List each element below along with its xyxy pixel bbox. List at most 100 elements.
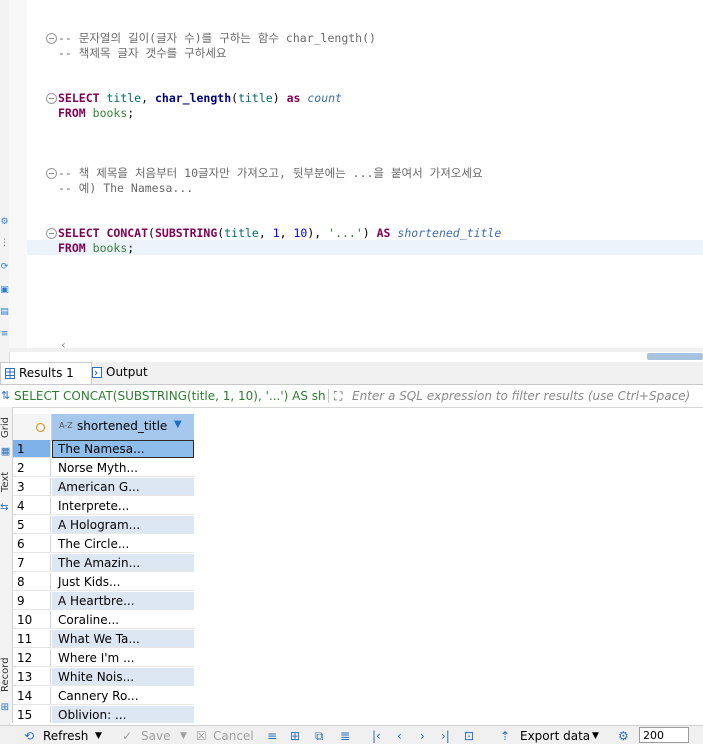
table-row[interactable]: 3 American G... [13, 478, 703, 497]
row-number[interactable]: 8 [13, 573, 51, 591]
row-number[interactable]: 14 [13, 687, 51, 705]
gear-icon[interactable]: ⚙ [0, 217, 9, 227]
save-dropdown-icon[interactable]: ▼ [180, 728, 187, 744]
tab-results-1[interactable]: Results 1 ✕ [0, 362, 92, 401]
more-icon[interactable]: ⋮ [0, 238, 9, 248]
executed-query-text[interactable]: SELECT CONCAT(SUBSTRING(title, 1, 10), '… [14, 385, 326, 407]
table-row[interactable]: 7 The Amazin... [13, 554, 703, 573]
grid-view-icon[interactable]: ▦ [0, 446, 12, 457]
previous-page-icon[interactable]: ‹ [397, 728, 402, 744]
fold-toggle-icon[interactable]: − [46, 93, 57, 104]
gear-icon[interactable]: ⚙ [618, 728, 629, 744]
table-cell[interactable]: Coraline... [52, 611, 194, 629]
refresh-icon[interactable]: ⟲ [24, 728, 34, 744]
tab-grid[interactable]: Grid [0, 413, 12, 443]
row-number[interactable]: 6 [13, 535, 51, 553]
list-icon[interactable]: ≡ [0, 329, 9, 339]
last-page-icon[interactable]: ›| [441, 728, 450, 744]
code-line[interactable]: SELECT CONCAT(SUBSTRING(title, 1, 10), '… [58, 226, 501, 241]
row-number[interactable]: 2 [13, 459, 51, 477]
row-number[interactable]: 15 [13, 706, 51, 723]
row-number[interactable]: 5 [13, 516, 51, 534]
sort-arrow-icon[interactable]: ▼ [174, 419, 182, 430]
table-row[interactable]: 13 White Nois... [13, 668, 703, 687]
filter-expand-icon[interactable]: ⛶ [334, 389, 342, 404]
refresh-button[interactable]: Refresh [43, 728, 88, 744]
table-cell[interactable]: The Circle... [52, 535, 194, 553]
table-row[interactable]: 6 The Circle... [13, 535, 703, 554]
row-number[interactable]: 3 [13, 478, 51, 496]
table-cell[interactable]: The Amazin... [52, 554, 194, 572]
code-line[interactable]: FROM books; [58, 241, 134, 256]
fetch-all-icon[interactable]: ⊡ [464, 728, 474, 744]
refresh-icon[interactable]: ⟳ [0, 262, 9, 272]
fold-toggle-icon[interactable]: − [46, 33, 57, 44]
table-cell[interactable]: White Nois... [52, 668, 194, 686]
row-number[interactable]: 13 [13, 668, 51, 686]
results-grid[interactable]: A-Z shortened_title ▼ 1 The Namesa... 2 Nor… [13, 414, 703, 723]
table-cell[interactable]: A Heartbre... [52, 592, 194, 610]
row-number[interactable]: 10 [13, 611, 51, 629]
row-number[interactable]: 12 [13, 649, 51, 667]
delete-row-icon[interactable]: ≣ [340, 728, 350, 744]
table-row[interactable]: 1 The Namesa... [13, 440, 703, 459]
filter-input[interactable] [350, 385, 703, 407]
row-number[interactable]: 7 [13, 554, 51, 572]
row-number[interactable]: 1 [13, 440, 51, 458]
sql-editor[interactable]: − -- 문자열의 길이(글자 수)를 구하는 함수 char_length()… [9, 0, 703, 360]
table-row[interactable]: 5A Hologram... [13, 516, 703, 535]
save-button[interactable]: Save [141, 728, 170, 744]
record-view-icon[interactable]: ⊞ [0, 701, 12, 713]
table-row[interactable]: 12 Where I'm ... [13, 649, 703, 668]
table-row[interactable]: 2 Norse Myth... [13, 459, 703, 478]
script-icon[interactable]: ▣ [0, 285, 9, 295]
next-page-icon[interactable]: › [420, 728, 425, 744]
table-cell[interactable]: Where I'm ... [52, 649, 194, 667]
row-number[interactable]: 11 [13, 630, 51, 648]
code-line[interactable]: -- 책제목 글자 갯수를 구하세요 [58, 46, 227, 61]
code-line[interactable]: -- 예) The Namesa... [58, 181, 193, 196]
table-cell[interactable]: A Hologram... [52, 516, 194, 534]
column-header-shortened-title[interactable]: A-Z shortened_title ▼ [52, 414, 194, 441]
first-page-icon[interactable]: |‹ [372, 728, 381, 744]
text-view-icon[interactable]: ⇵ [0, 502, 12, 512]
horizontal-scrollbar[interactable] [9, 348, 703, 352]
table-row[interactable]: 14 Cannery Ro... [13, 687, 703, 706]
table-cell[interactable]: The Namesa... [52, 440, 194, 458]
add-row-icon[interactable]: ⊞ [290, 728, 300, 744]
panel-split-handle[interactable] [647, 353, 703, 360]
export-data-button[interactable]: Export data [520, 728, 590, 744]
code-line[interactable]: -- 문자열의 길이(글자 수)를 구하는 함수 char_length() [58, 31, 376, 46]
table-cell[interactable]: Norse Myth... [52, 459, 194, 477]
tab-output[interactable]: Output [88, 362, 166, 383]
table-cell[interactable]: Interprete... [52, 497, 194, 515]
table-row[interactable]: 10 Coraline... [13, 611, 703, 630]
code-line[interactable]: FROM books; [58, 106, 134, 121]
table-cell[interactable]: Just Kids... [52, 573, 194, 591]
tab-record[interactable]: Record [0, 652, 12, 698]
code-line[interactable]: -- 책 제목을 처음부터 10글자만 가져오고, 뒷부분에는 ...을 붙여서… [58, 166, 483, 181]
cancel-button[interactable]: Cancel [213, 728, 254, 744]
table-row[interactable]: 4 Interprete... [13, 497, 703, 516]
table-cell[interactable]: Oblivion: ... [52, 706, 194, 723]
table-row[interactable]: 15 Oblivion: ... [13, 706, 703, 723]
table-cell[interactable]: American G... [52, 478, 194, 496]
table-row[interactable]: 11 What We Ta... [13, 630, 703, 649]
export-dropdown-icon[interactable]: ▼ [592, 728, 599, 744]
document-icon[interactable]: ▤ [0, 307, 9, 317]
table-row[interactable]: 9A Heartbre... [13, 592, 703, 611]
row-number[interactable]: 9 [13, 592, 51, 610]
tab-text[interactable]: Text [0, 467, 12, 497]
code-line[interactable]: SELECT title, char_length(title) as coun… [58, 91, 342, 106]
fold-toggle-icon[interactable]: − [46, 228, 57, 239]
fetch-size-input[interactable] [639, 727, 689, 743]
table-row[interactable]: 8 Just Kids... [13, 573, 703, 592]
grid-corner[interactable] [13, 414, 52, 441]
table-cell[interactable]: Cannery Ro... [52, 687, 194, 705]
copy-row-icon[interactable]: ⧉ [315, 728, 324, 744]
export-icon[interactable]: ⇡ [500, 728, 510, 744]
edit-row-icon[interactable]: ≡ [267, 728, 277, 744]
row-number[interactable]: 4 [13, 497, 51, 515]
fold-toggle-icon[interactable]: − [46, 168, 57, 179]
table-cell[interactable]: What We Ta... [52, 630, 194, 648]
